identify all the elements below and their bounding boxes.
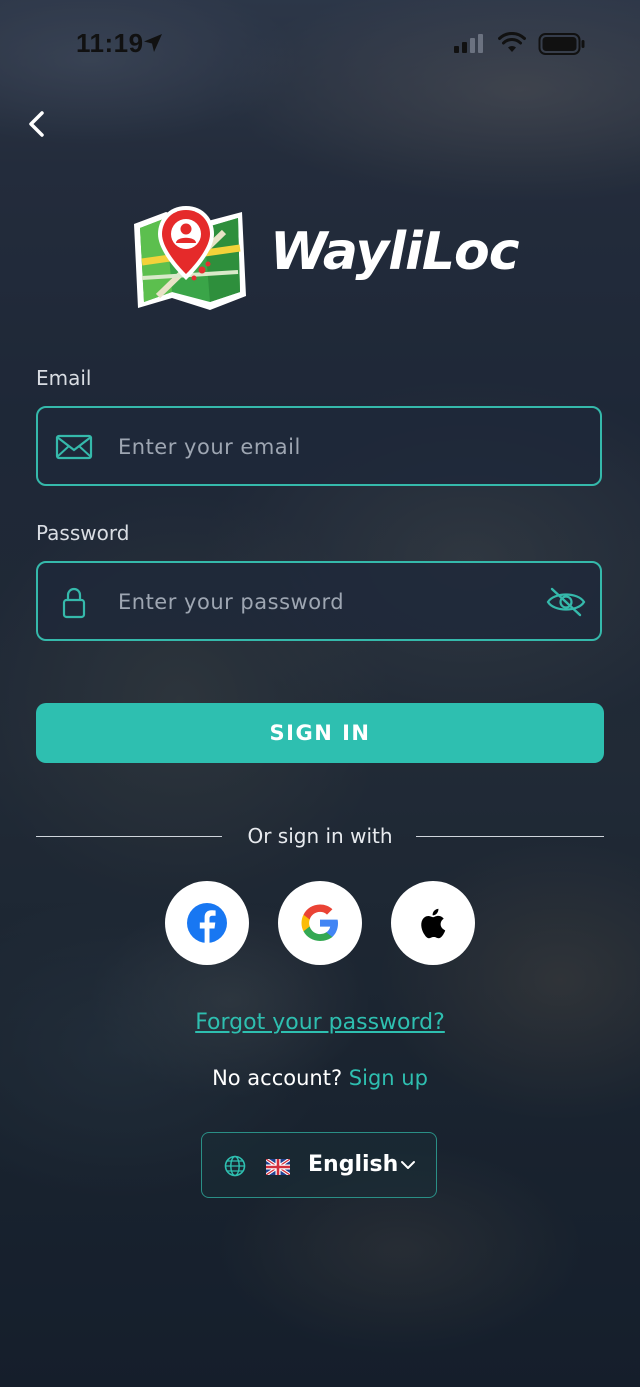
back-chevron-icon[interactable] (22, 108, 52, 140)
no-account-text: No account? (212, 1066, 343, 1090)
wayliloc-logo-icon (134, 206, 246, 310)
lock-icon (62, 587, 86, 619)
envelope-icon (55, 434, 93, 460)
globe-icon (224, 1155, 246, 1177)
sign-up-link[interactable]: Sign up (349, 1066, 428, 1090)
status-time: 11:19 (76, 28, 144, 58)
location-arrow-icon (144, 34, 162, 52)
no-account-row: No account? Sign up (0, 1066, 640, 1090)
chevron-down-icon (401, 1161, 415, 1169)
battery-icon (538, 33, 585, 55)
apple-icon (421, 908, 446, 939)
brand-name: WayliLoc (270, 222, 520, 282)
password-label: Password (36, 521, 130, 545)
email-label: Email (36, 366, 92, 390)
forgot-password-row: Forgot your password? (0, 1010, 640, 1035)
language-selector[interactable]: English (201, 1132, 437, 1198)
cellular-signal-icon (454, 34, 483, 53)
email-input[interactable] (116, 408, 540, 486)
forgot-password-link[interactable]: Forgot your password? (195, 1010, 445, 1035)
password-field-container[interactable] (36, 561, 602, 641)
language-label: English (308, 1152, 399, 1177)
password-input[interactable] (116, 563, 540, 641)
status-bar: 11:19 (0, 0, 640, 88)
email-field-container[interactable] (36, 406, 602, 486)
facebook-icon (187, 903, 227, 943)
divider-right (416, 836, 604, 837)
wifi-icon (498, 32, 526, 52)
google-sign-in-button[interactable] (278, 881, 362, 965)
apple-sign-in-button[interactable] (391, 881, 475, 965)
google-icon (301, 904, 338, 941)
facebook-sign-in-button[interactable] (165, 881, 249, 965)
eye-off-icon[interactable] (546, 585, 586, 619)
sign-in-button[interactable]: SIGN IN (36, 703, 604, 763)
uk-flag-icon (266, 1159, 290, 1175)
